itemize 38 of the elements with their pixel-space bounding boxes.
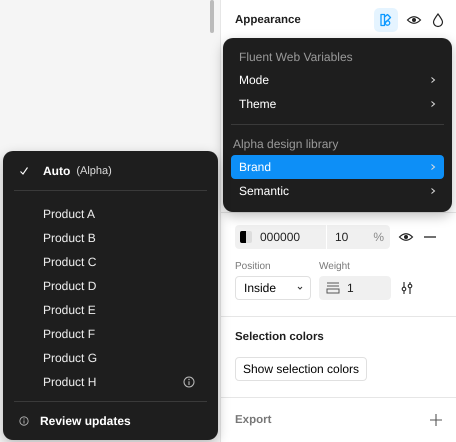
plus-icon[interactable]	[428, 412, 444, 428]
weight-field[interactable]: 1	[319, 276, 391, 300]
menu-item[interactable]: Product A	[11, 202, 210, 226]
field-label: Position	[235, 261, 272, 272]
menu-item[interactable]: Product E	[11, 298, 210, 322]
menu-item[interactable]: Product H	[11, 370, 210, 394]
menu-item[interactable]: Mode	[231, 68, 444, 92]
field-label: Weight	[319, 261, 350, 272]
position-dropdown[interactable]: Inside	[235, 276, 311, 300]
menu-item[interactable]: Product G	[11, 346, 210, 370]
menu-heading: Alpha design library	[232, 136, 340, 153]
stroke-weight-icon	[325, 280, 341, 296]
menu-heading: Fluent Web Variables	[238, 49, 354, 66]
menu-item[interactable]: Product C	[11, 250, 210, 274]
show-colors-button[interactable]: Show selection colors	[235, 357, 368, 381]
variables-button[interactable]	[374, 8, 398, 32]
menu-item[interactable]: Auto (Alpha)	[11, 159, 210, 183]
chevron-icon	[430, 76, 436, 84]
menu-item[interactable]: Product B	[11, 226, 210, 250]
chevron-icon	[430, 163, 436, 171]
drop-icon[interactable]	[430, 12, 446, 28]
scrollbar-thumb[interactable]	[210, 0, 214, 33]
settings-icon[interactable]	[399, 280, 415, 296]
color-field[interactable]: 000000 10 %	[235, 225, 390, 249]
caret-icon	[296, 284, 304, 292]
info-icon	[19, 416, 29, 426]
review-updates-item[interactable]: Review updates	[11, 409, 210, 433]
chevron-icon	[430, 187, 436, 195]
swatch-icon	[240, 231, 252, 243]
menu-item[interactable]: Product F	[11, 322, 210, 346]
chevron-icon	[430, 100, 436, 108]
menu-item[interactable]: Product D	[11, 274, 210, 298]
menu-item[interactable]: Semantic	[231, 179, 444, 203]
menu-item[interactable]: Theme	[231, 92, 444, 116]
section-title: Selection colors	[235, 331, 324, 343]
section-title: Appearance	[235, 14, 301, 26]
section-title: Export	[235, 414, 272, 426]
variables-icon	[378, 12, 394, 28]
